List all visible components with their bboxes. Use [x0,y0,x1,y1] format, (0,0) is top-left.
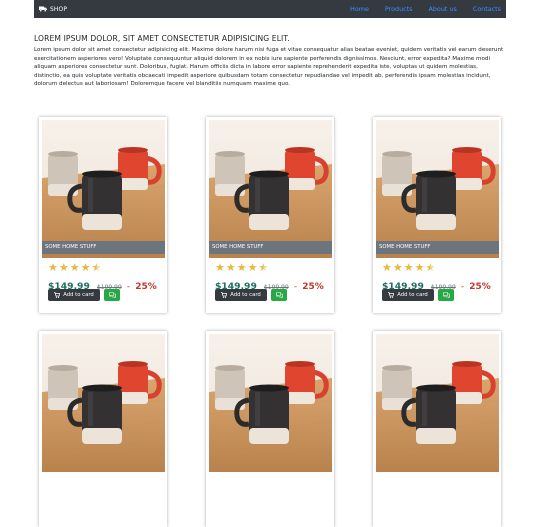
star-icon: ★ [247,261,258,274]
add-to-cart-label: Add to card [63,292,94,298]
half-star-icon: ★ [258,261,269,274]
star-icon: ★ [392,261,403,274]
star-icon: ★ [225,261,236,274]
star-icon: ★ [80,261,91,274]
nav-contacts-link[interactable]: Contacts [473,5,501,13]
nav-about-link[interactable]: About us [428,5,456,13]
add-to-cart-button[interactable]: Add to card [382,289,434,301]
product-card: SOME HOME STUFF ★ ★ ★ ★ ★ $149.99 $199.99 - … [373,117,501,313]
star-icon: ★ [69,261,80,274]
chat-button[interactable] [438,289,454,301]
discount-badge: 25% [135,282,157,292]
product-card: SOME HOME STUFF ★ ★ ★ ★ ★ $149.99 $199.99 - … [206,117,334,313]
comments-icon [442,292,450,298]
add-to-cart-button[interactable]: Add to card [215,289,267,301]
add-to-cart-label: Add to card [230,292,261,298]
half-star-icon: ★ [91,261,102,274]
star-icon: ★ [215,261,225,274]
add-to-cart-button[interactable]: Add to card [48,289,100,301]
nav-home-link[interactable]: Home [350,5,369,13]
product-caption: SOME HOME STUFF [376,241,499,254]
star-icon: ★ [58,261,69,274]
price-separator: - [460,282,465,292]
product-caption: SOME HOME STUFF [209,241,332,254]
rating-stars: ★ ★ ★ ★ ★ [48,262,102,273]
nav-products-link[interactable]: Products [385,5,413,13]
chat-button[interactable] [104,289,120,301]
product-image[interactable] [42,120,165,258]
rating-stars: ★ ★ ★ ★ ★ [215,262,269,273]
star-icon: ★ [382,261,392,274]
product-image[interactable] [42,334,165,472]
chat-button[interactable] [271,289,287,301]
product-caption: SOME HOME STUFF [42,241,165,254]
page-title: LOREM IPSUM DOLOR, SIT AMET CONSECTETUR … [34,34,290,43]
star-icon: ★ [403,261,414,274]
cart-icon [54,292,61,298]
cart-icon [388,292,395,298]
navbar: SHOP Home Products About us Contacts [34,0,506,18]
discount-badge: 25% [469,282,491,292]
half-star-icon: ★ [425,261,436,274]
product-card [39,331,167,527]
cart-icon [221,292,228,298]
intro-paragraph: Lorem ipsum dolor sit amet consectetur a… [34,47,504,88]
add-to-cart-label: Add to card [397,292,428,298]
price-separator: - [126,282,131,292]
star-icon: ★ [236,261,247,274]
star-icon: ★ [48,261,58,274]
product-card: SOME HOME STUFF ★ ★ ★ ★ ★ $149.99 $199.99 - … [39,117,167,313]
star-icon: ★ [414,261,425,274]
price-separator: - [293,282,298,292]
product-image[interactable] [376,334,499,472]
rating-stars: ★ ★ ★ ★ ★ [382,262,436,273]
product-card [373,331,501,527]
product-image[interactable] [209,334,332,472]
product-image[interactable] [376,120,499,258]
nav-links: Home Products About us Contacts [350,5,501,13]
discount-badge: 25% [302,282,324,292]
brand-label: SHOP [50,5,68,13]
comments-icon [108,292,116,298]
product-card [206,331,334,527]
product-image[interactable] [209,120,332,258]
brand-link[interactable]: SHOP [39,6,67,13]
truck-icon [39,6,47,12]
comments-icon [275,292,283,298]
